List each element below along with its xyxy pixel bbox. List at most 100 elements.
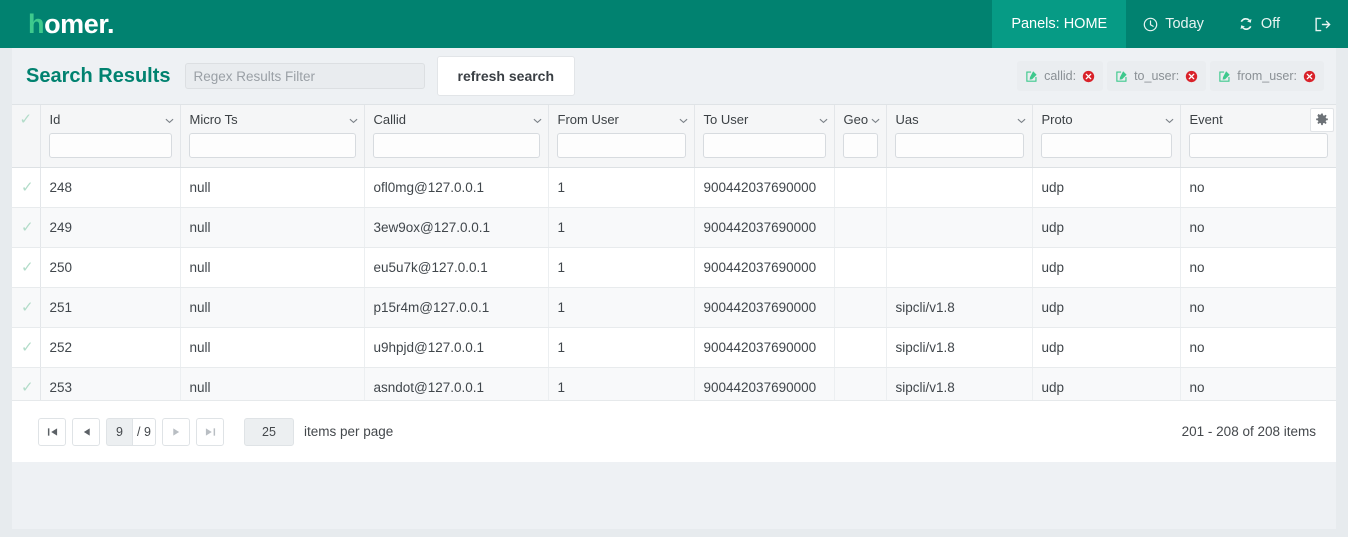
row-select-cell[interactable]: ✓ — [12, 247, 41, 288]
row-select-cell[interactable]: ✓ — [12, 207, 41, 248]
filter-chip-to-user[interactable]: to_user: — [1107, 61, 1207, 91]
select-all-header[interactable]: ✓ — [12, 105, 41, 168]
column-header-uas[interactable]: Uas — [886, 105, 1033, 168]
cell-uas — [886, 167, 1033, 208]
row-select-cell[interactable]: ✓ — [12, 287, 41, 328]
nav-item-today[interactable]: Today — [1126, 0, 1221, 48]
table-row[interactable]: ✓ 249 null 3ew9ox@127.0.0.1 1 9004420376… — [12, 207, 1336, 248]
column-header-callid[interactable]: Callid — [364, 105, 549, 168]
table-row[interactable]: ✓ 252 null u9hpjd@127.0.0.1 1 9004420376… — [12, 327, 1336, 368]
column-header-proto[interactable]: Proto — [1032, 105, 1181, 168]
cell-from-user: 1 — [548, 287, 695, 328]
check-icon[interactable]: ✓ — [19, 112, 32, 127]
cell-geo — [834, 327, 887, 368]
cell-proto: udp — [1032, 327, 1181, 368]
column-filter-input-callid[interactable] — [372, 133, 540, 158]
check-icon[interactable]: ✓ — [21, 339, 34, 356]
chevron-down-icon[interactable] — [1017, 112, 1026, 127]
cell-micro-ts: null — [180, 247, 365, 288]
page-size-input[interactable] — [244, 417, 294, 446]
edit-square-icon[interactable] — [1218, 70, 1231, 83]
cell-geo — [834, 247, 887, 288]
check-icon[interactable]: ✓ — [21, 299, 34, 316]
chevron-down-icon[interactable] — [533, 112, 542, 127]
page-title: Search Results — [26, 64, 171, 87]
edit-square-icon[interactable] — [1025, 70, 1038, 83]
cell-from-user: 1 — [548, 327, 695, 368]
column-label: From User — [557, 111, 619, 127]
column-filter-input-event[interactable] — [1188, 133, 1328, 158]
column-filter-input-micro-ts[interactable] — [188, 133, 356, 158]
column-filter-input-to-user[interactable] — [702, 133, 826, 158]
page-number-input[interactable] — [106, 417, 132, 446]
header-row: ✓ Id Micro Ts Callid From User To User G… — [12, 105, 1336, 168]
cell-callid: ofl0mg@127.0.0.1 — [364, 167, 549, 208]
page-last-icon[interactable] — [196, 417, 224, 446]
chevron-down-icon[interactable] — [165, 112, 174, 127]
cell-from-user: 1 — [548, 367, 695, 400]
cell-callid: u9hpjd@127.0.0.1 — [364, 327, 549, 368]
check-icon[interactable]: ✓ — [21, 179, 34, 196]
row-select-cell[interactable]: ✓ — [12, 327, 41, 368]
nav-item-autorefresh[interactable]: Off — [1221, 0, 1297, 48]
column-filter-input-geo[interactable] — [842, 133, 878, 158]
cell-id: 252 — [40, 327, 181, 368]
page-prev-icon[interactable] — [72, 417, 100, 446]
cell-micro-ts: null — [180, 327, 365, 368]
regex-filter-input[interactable] — [184, 63, 425, 89]
cell-geo — [834, 287, 887, 328]
column-filter-cell — [695, 133, 834, 167]
table-row[interactable]: ✓ 251 null p15r4m@127.0.0.1 1 9004420376… — [12, 287, 1336, 328]
check-icon[interactable]: ✓ — [21, 219, 34, 236]
filter-chip-from-user[interactable]: from_user: — [1210, 61, 1324, 91]
table-row[interactable]: ✓ 248 null ofl0mg@127.0.0.1 1 9004420376… — [12, 167, 1336, 208]
column-header-to-user[interactable]: To User — [694, 105, 835, 168]
remove-circle-icon[interactable] — [1082, 70, 1095, 83]
column-filter-input-uas[interactable] — [894, 133, 1024, 158]
chevron-down-icon[interactable] — [349, 112, 358, 127]
cell-event: no — [1180, 247, 1336, 288]
chevron-down-icon[interactable] — [819, 112, 828, 127]
column-filter-input-id[interactable] — [48, 133, 172, 158]
column-header-from-user[interactable]: From User — [548, 105, 695, 168]
column-header-micro-ts[interactable]: Micro Ts — [180, 105, 365, 168]
column-header-geo[interactable]: Geo — [834, 105, 887, 168]
cell-geo — [834, 167, 887, 208]
column-filter-cell — [887, 133, 1032, 167]
row-select-cell[interactable]: ✓ — [12, 367, 41, 400]
gear-icon[interactable] — [1310, 108, 1334, 132]
nav-item-logout[interactable] — [1297, 0, 1348, 48]
page-first-icon[interactable] — [38, 417, 66, 446]
chevron-down-icon[interactable] — [679, 112, 688, 127]
column-label: Geo — [843, 111, 869, 127]
top-navbar: h omer. Panels: HOME Today Off — [0, 0, 1348, 48]
table-row[interactable]: ✓ 253 null asndot@127.0.0.1 1 9004420376… — [12, 367, 1336, 400]
column-header-id[interactable]: Id — [40, 105, 181, 168]
nav-item-panels-home[interactable]: Panels: HOME — [992, 0, 1127, 48]
row-select-cell[interactable]: ✓ — [12, 167, 41, 208]
cell-from-user: 1 — [548, 207, 695, 248]
remove-circle-icon[interactable] — [1303, 70, 1316, 83]
page-next-icon[interactable] — [162, 417, 190, 446]
chevron-down-icon[interactable] — [871, 112, 880, 127]
column-filter-input-proto[interactable] — [1040, 133, 1172, 158]
column-filter-cell — [365, 133, 548, 167]
cell-uas — [886, 247, 1033, 288]
filter-chip-callid[interactable]: callid: — [1017, 61, 1104, 91]
check-icon[interactable]: ✓ — [21, 379, 34, 396]
column-filter-input-from-user[interactable] — [556, 133, 686, 158]
nav-autorefresh-label: Off — [1260, 16, 1280, 32]
cell-to-user: 900442037690000 — [694, 207, 835, 248]
refresh-search-button[interactable]: refresh search — [436, 56, 576, 96]
column-label: Proto — [1041, 111, 1073, 127]
check-icon[interactable]: ✓ — [21, 259, 34, 276]
chevron-down-icon[interactable] — [1165, 112, 1174, 127]
table-head: ✓ Id Micro Ts Callid From User To User G… — [12, 105, 1336, 168]
grid-scroll-area[interactable]: ✓ Id Micro Ts Callid From User To User G… — [12, 105, 1336, 400]
app-logo[interactable]: h omer. — [0, 0, 124, 48]
edit-square-icon[interactable] — [1115, 70, 1128, 83]
remove-circle-icon[interactable] — [1185, 70, 1198, 83]
cell-from-user: 1 — [548, 167, 695, 208]
cell-callid: asndot@127.0.0.1 — [364, 367, 549, 400]
table-row[interactable]: ✓ 250 null eu5u7k@127.0.0.1 1 9004420376… — [12, 247, 1336, 288]
